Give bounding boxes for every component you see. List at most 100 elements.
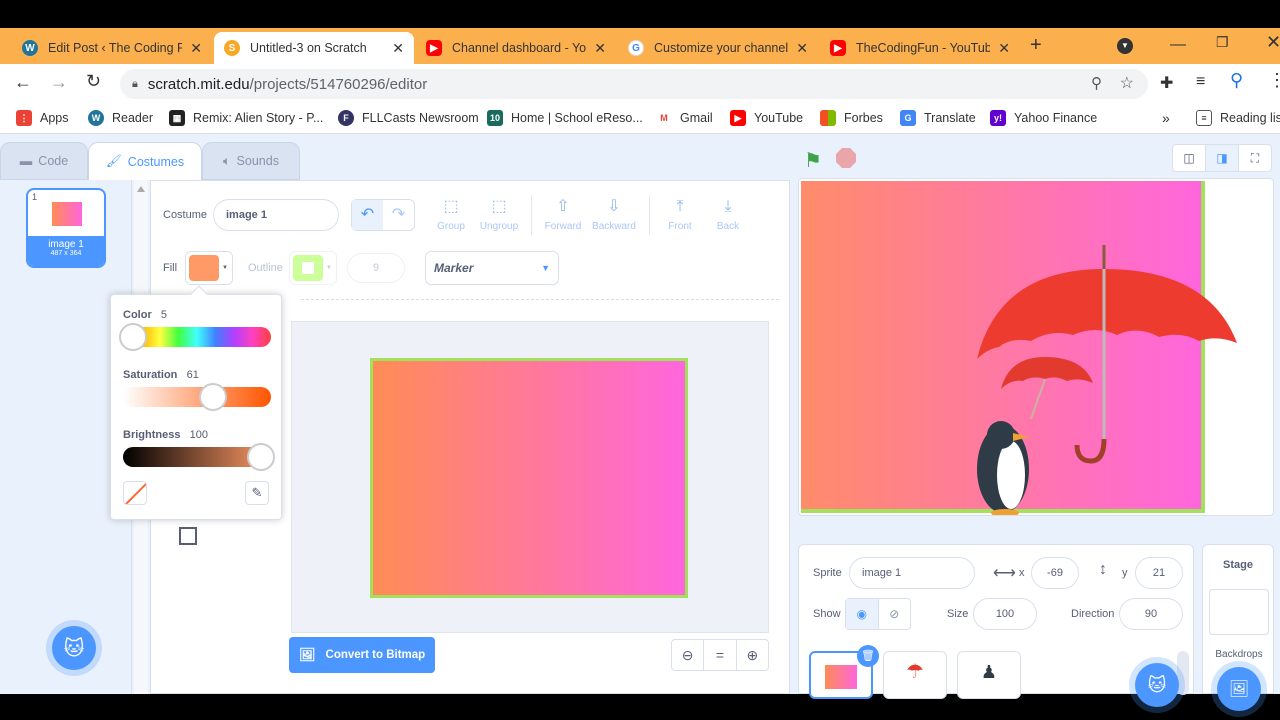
search-extension-icon[interactable]: ⚲ (1230, 70, 1243, 91)
scroll-up-icon[interactable] (137, 186, 145, 192)
outline-width-input[interactable]: 9 (347, 253, 405, 283)
outline-swatch (293, 255, 323, 281)
stop-icon[interactable] (836, 148, 856, 168)
zoom-out-icon[interactable]: ⊖ (672, 640, 703, 670)
sprite-tile-penguin[interactable]: ♟︎ (957, 651, 1021, 699)
bookmark-reader[interactable]: W Reader (88, 110, 153, 126)
forward-icon[interactable]: → (50, 72, 68, 93)
bookmark-youtube[interactable]: ▶ YouTube (730, 110, 803, 126)
paint-canvas[interactable] (291, 321, 769, 633)
costume-image-rect[interactable] (370, 358, 688, 598)
tab-sounds-label: Sounds (236, 154, 279, 168)
backward-button[interactable]: ⇩ Backward (591, 197, 637, 232)
restore-icon[interactable]: ❐ (1216, 34, 1229, 51)
rectangle-tool-icon[interactable] (179, 527, 197, 545)
green-flag-icon[interactable]: ⚑ (804, 148, 826, 172)
brightness-slider-handle[interactable] (247, 443, 275, 471)
outline-color-button[interactable]: ▼ (289, 251, 337, 285)
convert-to-bitmap-button[interactable]: 🖼︎ Convert to Bitmap (289, 637, 435, 673)
zoom-in-icon[interactable]: ⊕ (737, 640, 768, 670)
zoom-icon[interactable]: ⚲ (1091, 74, 1102, 92)
browser-tab[interactable]: W Edit Post ‹ The Coding Fu ✕ (12, 32, 212, 64)
media-icon[interactable]: ≡ (1196, 73, 1205, 91)
no-color-button[interactable] (123, 481, 147, 505)
direction-input[interactable]: 90 (1119, 598, 1183, 630)
new-tab-button[interactable]: + (1030, 34, 1042, 57)
grid-icon: ▦ (169, 110, 185, 126)
font-select[interactable]: Marker ▼ (425, 251, 559, 285)
saturation-slider-handle[interactable] (199, 383, 228, 411)
eye-off-icon[interactable]: ⊘ (877, 599, 911, 629)
menu-icon[interactable]: ⋮ (1268, 70, 1280, 91)
choose-sprite-button[interactable]: 🐱︎ (1135, 663, 1179, 707)
choose-costume-button[interactable]: 🐱︎ (52, 626, 96, 670)
close-icon[interactable]: ✕ (796, 40, 808, 57)
browser-tab[interactable]: ▶ Channel dashboard - Yo ✕ (416, 32, 616, 64)
costume-thumbnail[interactable]: 1 image 1 487 x 364 (26, 188, 106, 268)
bookmark-fllcasts[interactable]: F FLLCasts Newsroom (338, 110, 479, 126)
backdrop-thumb[interactable] (1209, 589, 1269, 635)
fill-color-button[interactable]: ▼ (185, 251, 233, 285)
costume-name-input[interactable]: image 1 (213, 199, 339, 231)
eyedropper-button[interactable]: ✎ (245, 481, 269, 505)
tab-sounds[interactable]: 🔈︎ Sounds (202, 142, 300, 180)
bookmark-apps[interactable]: ⋮ Apps (16, 110, 69, 126)
stage[interactable] (798, 178, 1274, 516)
group-button[interactable]: ⬚ Group (433, 197, 469, 232)
browser-tab[interactable]: G Customize your channel ✕ (618, 32, 818, 64)
tab-costumes[interactable]: 🖌︎ Costumes (88, 142, 202, 180)
minimize-icon[interactable]: — (1170, 36, 1186, 54)
large-stage-icon[interactable]: ◨ (1205, 145, 1239, 171)
sprite-list-scrollbar[interactable] (1177, 651, 1189, 695)
extensions-icon[interactable]: ✚ (1160, 73, 1173, 93)
chevron-down-icon: ▼ (326, 265, 332, 271)
bookmark-remix[interactable]: ▦ Remix: Alien Story - P... (169, 110, 323, 126)
reload-icon[interactable]: ↻ (86, 71, 101, 92)
bookmarks-more[interactable]: » (1162, 110, 1170, 126)
undo-icon[interactable]: ↶ (352, 200, 383, 230)
group-icon: ⬚ (443, 198, 459, 215)
close-icon[interactable]: ✕ (190, 40, 202, 57)
brightness-slider[interactable] (123, 443, 275, 471)
choose-backdrop-button[interactable]: 🖼︎ (1217, 667, 1261, 711)
tab-search-icon[interactable]: ▼ (1117, 38, 1133, 54)
star-icon[interactable]: ☆ (1120, 73, 1134, 93)
front-button[interactable]: ⤒ Front (663, 197, 697, 232)
forward-button[interactable]: ⇧ Forward (543, 197, 583, 232)
tab-code[interactable]: ▬ Code (0, 142, 88, 180)
back-icon[interactable]: ← (14, 72, 32, 93)
zoom-reset-icon[interactable]: = (703, 640, 737, 670)
close-icon[interactable]: ✕ (594, 40, 606, 57)
close-window-icon[interactable]: ✕ (1266, 32, 1280, 53)
bookmark-school[interactable]: 10 Home | School eReso... (487, 110, 643, 126)
bookmark-forbes[interactable]: Forbes (820, 110, 883, 126)
bookmark-gmail[interactable]: M Gmail (656, 110, 713, 126)
x-input[interactable]: -69 (1031, 557, 1079, 589)
eye-icon[interactable]: ◉ (846, 599, 878, 629)
close-icon[interactable]: ✕ (998, 40, 1010, 57)
size-input[interactable]: 100 (973, 598, 1037, 630)
ungroup-button[interactable]: ⬚ Ungroup (479, 197, 519, 232)
sprite-tile-umbrella[interactable]: ☂︎ (883, 651, 947, 699)
color-slider-handle[interactable] (119, 323, 147, 351)
color-slider[interactable] (119, 323, 271, 351)
browser-tab[interactable]: ▶ TheCodingFun - YouTub ✕ (820, 32, 1020, 64)
back-button[interactable]: ⤓ Back (711, 197, 745, 232)
saturation-slider[interactable] (123, 383, 271, 411)
y-input[interactable]: 21 (1135, 557, 1183, 589)
sprite-tile-selected[interactable]: 🗑︎ (809, 645, 879, 699)
small-stage-icon[interactable]: ◫ (1173, 145, 1205, 171)
redo-icon[interactable]: ↷ (383, 200, 414, 230)
fullscreen-icon[interactable]: ⛶ (1239, 145, 1271, 171)
stage-target-panel[interactable]: Stage Backdrops 🖼︎ (1202, 544, 1274, 711)
bookmark-yahoo[interactable]: y! Yahoo Finance (990, 110, 1097, 126)
bookmark-translate[interactable]: G Translate (900, 110, 976, 126)
sprite-name-input[interactable]: image 1 (849, 557, 975, 589)
reading-list[interactable]: ≡ Reading list (1196, 110, 1280, 126)
y-label: y (1122, 567, 1128, 579)
trash-icon[interactable]: 🗑︎ (857, 645, 879, 667)
url-input[interactable]: 🔒︎ scratch.mit.edu/projects/514760296/ed… (120, 69, 1148, 99)
browser-tab-active[interactable]: S Untitled-3 on Scratch ✕ (214, 32, 414, 64)
code-icon: ▬ (19, 154, 33, 168)
close-icon[interactable]: ✕ (392, 40, 404, 57)
